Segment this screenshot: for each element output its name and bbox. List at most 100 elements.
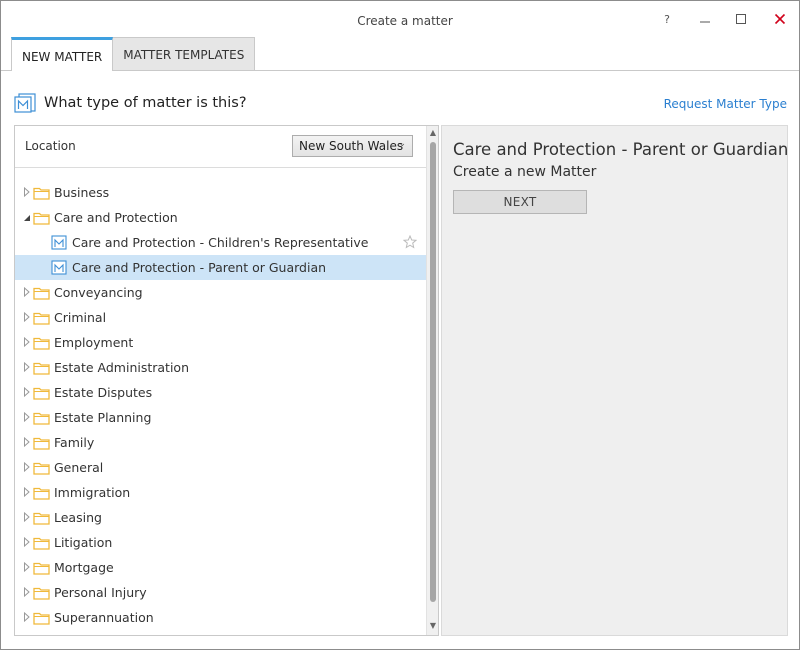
folder-icon: [33, 437, 50, 450]
expand-arrow-icon[interactable]: [23, 562, 31, 572]
folder-label: Superannuation: [54, 610, 154, 625]
folder-icon: [33, 537, 50, 550]
folder-label: General: [54, 460, 104, 475]
folder-label: Litigation: [54, 535, 113, 550]
maximize-button[interactable]: [729, 9, 753, 29]
folder-icon: [33, 312, 50, 325]
tab-new-matter[interactable]: NEW MATTER: [11, 37, 114, 71]
maximize-icon: [736, 14, 746, 24]
folder-icon: [33, 487, 50, 500]
scroll-thumb[interactable]: [430, 142, 436, 602]
create-matter-window: Create a matter ? NEW MATTER MATTER TEMP…: [0, 0, 800, 650]
tree-folder[interactable]: Immigration: [15, 480, 426, 505]
expand-arrow-icon[interactable]: [23, 337, 31, 347]
folder-icon: [33, 337, 50, 350]
folder-label: Family: [54, 435, 95, 450]
folder-icon: [33, 612, 50, 625]
tree-folder[interactable]: Estate Disputes: [15, 380, 426, 405]
expand-arrow-icon[interactable]: [23, 287, 31, 297]
folder-icon: [33, 362, 50, 375]
expand-arrow-icon[interactable]: [23, 487, 31, 497]
matter-type-tree: Business Care and Protection Care and Pr…: [15, 180, 426, 630]
matter-type-tree-panel: Location New South Wales ⌄ Business Care…: [14, 125, 439, 636]
expand-arrow-icon[interactable]: [23, 412, 31, 422]
tree-folder[interactable]: Superannuation: [15, 605, 426, 630]
request-matter-type-link[interactable]: Request Matter Type: [664, 97, 787, 111]
tree-folder[interactable]: General: [15, 455, 426, 480]
window-title: Create a matter: [357, 14, 453, 28]
tab-bar: NEW MATTER MATTER TEMPLATES: [11, 37, 256, 71]
expand-arrow-icon[interactable]: [23, 362, 31, 372]
scroll-up-icon[interactable]: ▲: [427, 128, 438, 140]
minimize-button[interactable]: [693, 9, 717, 29]
folder-icon: [33, 387, 50, 400]
expand-arrow-icon[interactable]: [23, 612, 31, 622]
tree-folder[interactable]: Employment: [15, 330, 426, 355]
folder-icon: [33, 512, 50, 525]
tree-folder[interactable]: Mortgage: [15, 555, 426, 580]
location-row: Location New South Wales ⌄: [15, 126, 426, 168]
folder-list: Conveyancing Criminal Employment Estate Adm…: [15, 280, 426, 630]
tab-divider: [1, 70, 799, 71]
tree-folder[interactable]: Leasing: [15, 505, 426, 530]
detail-subtitle: Create a new Matter: [453, 164, 597, 180]
tree-folder[interactable]: Conveyancing: [15, 280, 426, 305]
folder-label: Criminal: [54, 310, 107, 325]
page-heading: What type of matter is this?: [14, 93, 247, 113]
chevron-down-icon: ⌄: [398, 139, 406, 149]
expand-arrow-icon[interactable]: [23, 437, 31, 447]
collapse-arrow-icon[interactable]: [23, 212, 31, 222]
scroll-down-icon[interactable]: ▼: [427, 621, 438, 633]
folder-icon: [33, 287, 50, 300]
close-button[interactable]: [768, 9, 792, 29]
tab-matter-templates[interactable]: MATTER TEMPLATES: [112, 37, 256, 71]
folder-icon: [33, 462, 50, 475]
folder-label: Employment: [54, 335, 134, 350]
folder-icon: [33, 412, 50, 425]
page-title: What type of matter is this?: [44, 95, 247, 111]
folder-label: Immigration: [54, 485, 131, 500]
tree-scrollbar[interactable]: ▲ ▼: [426, 126, 438, 635]
tree-folder[interactable]: Estate Administration: [15, 355, 426, 380]
expand-arrow-icon[interactable]: [23, 312, 31, 322]
star-icon[interactable]: [403, 235, 417, 249]
matter-type-label: Care and Protection - Children's Represe…: [72, 235, 369, 250]
folder-label: Leasing: [54, 510, 102, 525]
tree-folder-care-and-protection[interactable]: Care and Protection: [15, 205, 426, 230]
title-bar: Create a matter ?: [1, 1, 799, 37]
matter-type-label: Care and Protection - Parent or Guardian: [72, 260, 327, 275]
expand-arrow-icon[interactable]: [23, 462, 31, 472]
expand-arrow-icon[interactable]: [23, 537, 31, 547]
folder-label: Mortgage: [54, 560, 114, 575]
location-label: Location: [25, 139, 76, 153]
tree-item-parent-or-guardian[interactable]: Care and Protection - Parent or Guardian: [15, 255, 426, 280]
location-select[interactable]: New South Wales ⌄: [292, 135, 413, 157]
expand-arrow-icon[interactable]: [23, 387, 31, 397]
folder-icon: [33, 562, 50, 575]
matter-type-icon: [14, 93, 36, 113]
expand-arrow-icon[interactable]: [23, 187, 31, 197]
location-selected-value: New South Wales: [299, 139, 404, 153]
matter-detail-panel: Care and Protection - Parent or Guardian…: [441, 125, 788, 636]
tree-folder[interactable]: Personal Injury: [15, 580, 426, 605]
folder-label: Care and Protection: [54, 210, 178, 225]
folder-label: Conveyancing: [54, 285, 143, 300]
minimize-icon: [700, 21, 710, 23]
help-button[interactable]: ?: [655, 9, 679, 29]
tree-item-childrens-representative[interactable]: Care and Protection - Children's Represe…: [15, 230, 426, 255]
tree-folder[interactable]: Criminal: [15, 305, 426, 330]
next-button[interactable]: NEXT: [453, 190, 587, 214]
help-icon: ?: [664, 12, 670, 26]
expand-arrow-icon[interactable]: [23, 587, 31, 597]
tree-folder[interactable]: Litigation: [15, 530, 426, 555]
folder-icon: [33, 187, 50, 200]
tree-folder[interactable]: Family: [15, 430, 426, 455]
detail-title: Care and Protection - Parent or Guardian: [453, 140, 789, 159]
expand-arrow-icon[interactable]: [23, 512, 31, 522]
close-icon: [774, 13, 786, 25]
tree-folder-business[interactable]: Business: [15, 180, 426, 205]
tree-folder[interactable]: Estate Planning: [15, 405, 426, 430]
folder-label: Personal Injury: [54, 585, 147, 600]
matter-document-icon: [51, 235, 67, 250]
folder-label: Estate Planning: [54, 410, 152, 425]
